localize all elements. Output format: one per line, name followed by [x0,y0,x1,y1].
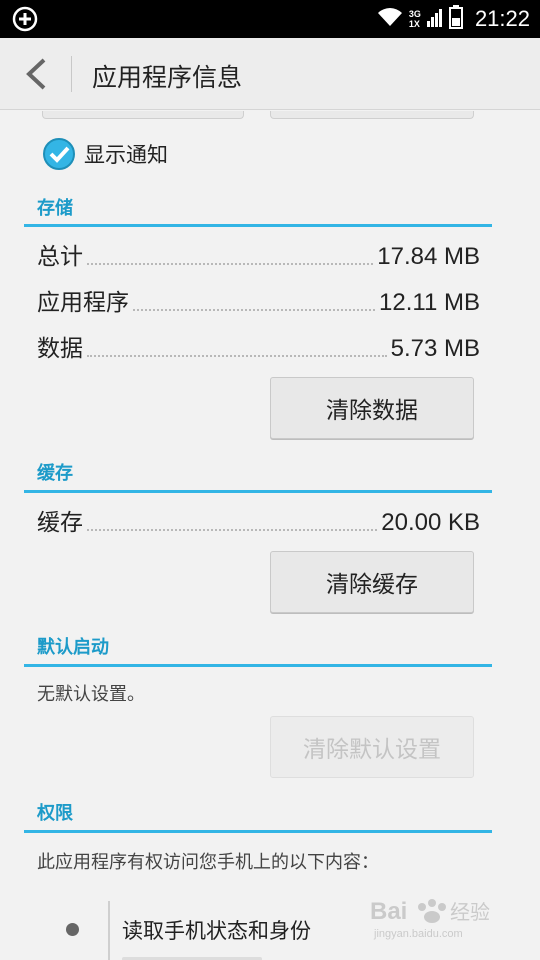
signal-icon [426,7,443,31]
show-notification-checkbox[interactable] [42,137,76,171]
dotted-leader [87,263,374,265]
back-button[interactable] [14,52,58,96]
default-launch-section-title: 默认启动 [37,637,109,658]
storage-data-value: 5.73 MB [390,335,480,362]
force-stop-button[interactable] [42,111,244,119]
cache-label: 缓存 [37,510,83,536]
storage-row-app: 应用程序 12.11 MB [37,283,480,317]
network-type-top: 3G [408,9,421,19]
default-launch-section-divider [24,664,492,667]
cache-row: 缓存 20.00 KB [37,503,480,537]
dotted-leader [133,309,376,311]
storage-total-label: 总计 [37,244,83,270]
svg-text:Bai: Bai [370,898,407,925]
cache-section-title: 缓存 [37,463,73,484]
permission-item-label: 读取手机状态和身份 [122,919,311,943]
check-icon [43,138,75,170]
show-notification-label: 显示通知 [84,143,168,167]
dotted-leader [87,355,387,357]
action-bar-divider [71,56,72,92]
default-launch-status: 无默认设置。 [37,684,145,705]
uninstall-button[interactable] [270,111,474,119]
storage-data-label: 数据 [37,336,83,362]
storage-row-total: 总计 17.84 MB [37,237,480,271]
permissions-description: 此应用程序有权访问您手机上的以下内容： [37,852,379,873]
permissions-section-divider [24,830,492,833]
action-bar: 应用程序信息 [0,38,540,110]
network-type-bottom: 1X [408,19,420,29]
svg-text:jingyan.baidu.com: jingyan.baidu.com [373,928,463,940]
svg-text:经验: 经验 [450,900,490,924]
permission-divider [108,901,110,960]
clear-cache-button[interactable]: 清除缓存 [270,551,474,613]
storage-section-title: 存储 [37,198,73,219]
app-info-content[interactable]: 显示通知 存储 总计 17.84 MB 应用程序 12.11 MB 数据 5.7… [0,111,540,960]
show-notification-row[interactable]: 显示通知 [42,137,168,171]
wifi-icon [377,6,403,32]
network-indicator: 3G 1X [409,9,421,29]
cache-section-divider [24,490,492,493]
clear-defaults-button[interactable]: 清除默认设置 [270,716,474,778]
cache-value: 20.00 KB [381,509,480,536]
chevron-left-icon [26,58,46,90]
add-notification-icon [12,6,38,32]
storage-row-data: 数据 5.73 MB [37,329,480,363]
clear-data-button[interactable]: 清除数据 [270,377,474,439]
storage-app-label: 应用程序 [37,290,129,316]
dotted-leader [87,529,378,531]
baidu-watermark-logo: Bai 经验 jingyan.baidu.com [370,891,510,945]
storage-app-value: 12.11 MB [379,289,480,316]
bullet-icon [66,923,79,936]
battery-icon [448,5,463,33]
page-title: 应用程序信息 [92,63,243,92]
storage-section-divider [24,224,492,227]
storage-total-value: 17.84 MB [377,243,480,270]
clock: 21:22 [474,6,530,31]
permissions-section-title: 权限 [37,803,73,824]
status-bar: 3G 1X 21:22 [0,0,540,38]
